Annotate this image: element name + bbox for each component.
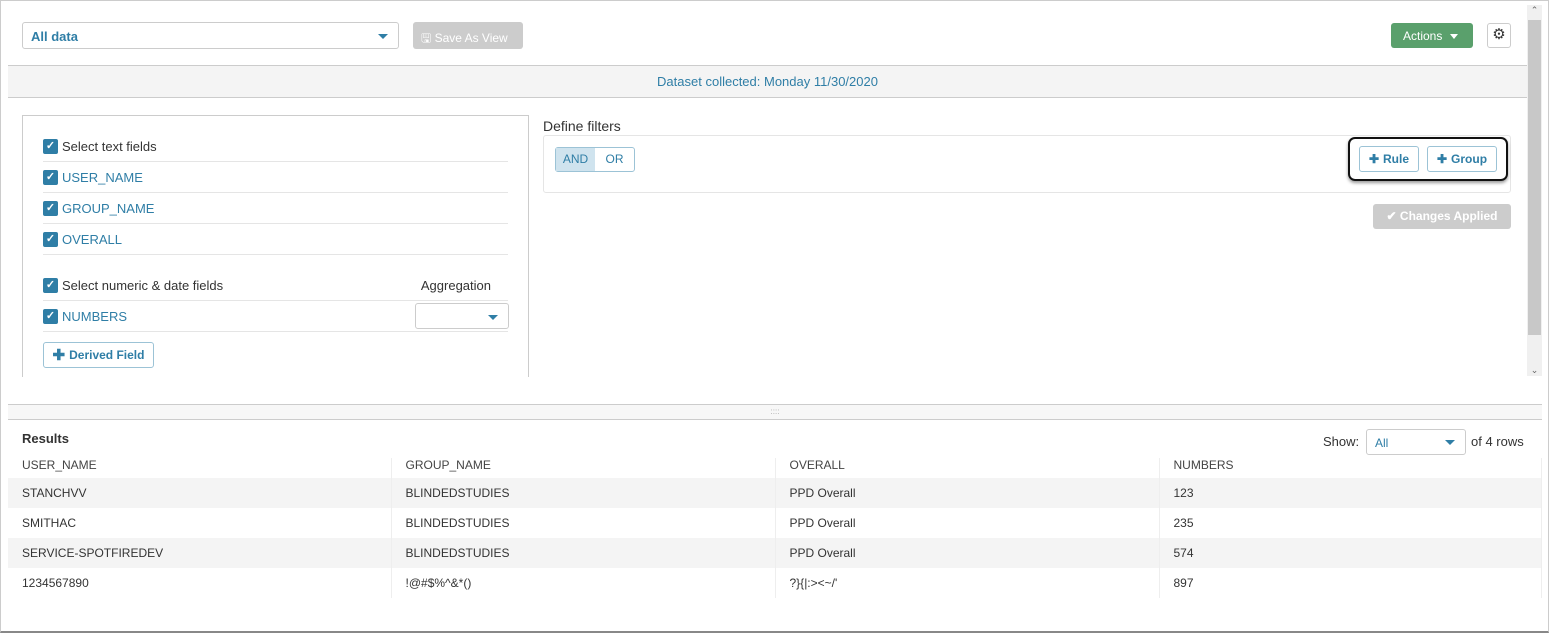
cell: 1234567890 (8, 568, 392, 598)
checkbox-icon[interactable]: ✓ (43, 169, 58, 185)
and-button[interactable]: AND (556, 148, 595, 171)
checkbox-icon[interactable]: ✓ (43, 138, 58, 154)
check-icon: ✔ (1386, 209, 1400, 223)
results-title: Results (22, 431, 69, 446)
chevron-down-icon (378, 34, 388, 39)
resize-splitter[interactable]: :::: (8, 404, 1542, 420)
cell: 574 (1159, 538, 1542, 568)
label: Changes Applied (1399, 209, 1498, 223)
label: USER_NAME (62, 169, 143, 185)
settings-button[interactable]: ⚙ (1487, 23, 1511, 48)
cell: BLINDEDSTUDIES (391, 508, 776, 538)
dataset-banner: Dataset collected: Monday 11/30/2020 (8, 65, 1527, 98)
field-selection-panel: ✓ Select text fields ✓ USER_NAME ✓ GROUP_NA… (22, 115, 529, 377)
table-row[interactable]: SMITHAC BLINDEDSTUDIES PPD Overall 235 (8, 508, 1542, 538)
checkbox-icon[interactable]: ✓ (43, 277, 58, 293)
and-or-toggle: AND OR (555, 147, 635, 172)
cell: PPD Overall (775, 538, 1160, 568)
label: Select text fields (62, 138, 157, 154)
field-user-name[interactable]: ✓ USER_NAME (43, 162, 508, 193)
plus-icon: ✚ (1368, 152, 1380, 166)
actions-button[interactable]: Actions (1391, 23, 1473, 48)
scroll-down-icon[interactable]: ⌄ (1527, 365, 1542, 376)
cell: !@#$%^&*() (391, 568, 776, 598)
derived-field-button[interactable]: ✚ Derived Field (43, 342, 154, 368)
results-table: USER_NAME GROUP_NAME OVERALL NUMBERS STA… (8, 458, 1542, 598)
cell: PPD Overall (775, 478, 1160, 508)
field-group-name[interactable]: ✓ GROUP_NAME (43, 193, 508, 224)
cell: BLINDEDSTUDIES (391, 538, 776, 568)
label: GROUP_NAME (62, 200, 155, 216)
scrollbar-thumb[interactable] (1528, 20, 1541, 335)
chevron-down-icon (488, 315, 498, 320)
cell: 235 (1159, 508, 1542, 538)
row-count: of 4 rows (1471, 434, 1524, 449)
gear-icon: ⚙ (1492, 26, 1506, 43)
save-as-view-label: Save As View (434, 31, 508, 45)
plus-icon: ✚ (1436, 152, 1448, 166)
changes-applied-button[interactable]: ✔ Changes Applied (1373, 204, 1511, 229)
column-header[interactable]: GROUP_NAME (391, 458, 776, 478)
table-row[interactable]: 1234567890 !@#$%^&*() ?}{|:><~/' 897 (8, 568, 1542, 598)
label: Group (1451, 152, 1488, 166)
column-header[interactable]: OVERALL (775, 458, 1160, 478)
show-rows-select[interactable]: All (1366, 429, 1466, 455)
add-group-button[interactable]: ✚ Group (1427, 146, 1497, 172)
checkbox-icon[interactable]: ✓ (43, 308, 58, 324)
save-as-view-button[interactable]: 🖫 Save As View (413, 22, 523, 49)
scrollbar[interactable]: ⌃ ⌄ (1527, 5, 1542, 376)
label: NUMBERS (62, 308, 128, 324)
cell: SMITHAC (8, 508, 392, 538)
show-label: Show: (1323, 434, 1360, 449)
checkbox-icon[interactable]: ✓ (43, 200, 58, 216)
field-overall[interactable]: ✓ OVERALL (43, 224, 508, 255)
select-numeric-fields[interactable]: ✓ Select numeric & date fields Aggregation (43, 270, 508, 301)
scroll-up-icon[interactable]: ⌃ (1527, 5, 1542, 16)
table-row[interactable]: SERVICE-SPOTFIREDEV BLINDEDSTUDIES PPD Ove… (8, 538, 1542, 568)
show-value: All (1375, 436, 1389, 450)
actions-label: Actions (1403, 29, 1443, 43)
save-icon: 🖫 (421, 31, 435, 45)
column-header[interactable]: USER_NAME (8, 458, 392, 478)
select-text-fields[interactable]: ✓ Select text fields (43, 131, 508, 162)
table-row[interactable]: STANCHVV BLINDEDSTUDIES PPD Overall 123 (8, 478, 1542, 508)
cell: 897 (1159, 568, 1542, 598)
label: Derived Field (69, 348, 145, 362)
or-button[interactable]: OR (595, 148, 634, 171)
cell: STANCHVV (8, 478, 392, 508)
cell: ?}{|:><~/' (775, 568, 1160, 598)
caret-down-icon (1450, 34, 1459, 40)
view-select[interactable]: All data (22, 22, 399, 49)
aggregation-label: Aggregation (420, 277, 491, 293)
define-filters-title: Define filters (543, 118, 621, 134)
label: Select numeric & date fields (62, 277, 224, 293)
cell: 123 (1159, 478, 1542, 508)
add-rule-button[interactable]: ✚ Rule (1359, 146, 1419, 172)
cell: BLINDEDSTUDIES (391, 478, 776, 508)
table-header: USER_NAME GROUP_NAME OVERALL NUMBERS (8, 458, 1542, 478)
view-select-value: All data (31, 29, 78, 44)
label: Rule (1383, 152, 1410, 166)
checkbox-icon[interactable]: ✓ (43, 231, 58, 247)
label: OVERALL (62, 231, 122, 247)
plus-icon: ✚ (52, 347, 66, 364)
cell: SERVICE-SPOTFIREDEV (8, 538, 392, 568)
aggregation-select[interactable] (415, 303, 509, 329)
cell: PPD Overall (775, 508, 1160, 538)
chevron-down-icon (1445, 440, 1455, 445)
column-header[interactable]: NUMBERS (1159, 458, 1542, 478)
